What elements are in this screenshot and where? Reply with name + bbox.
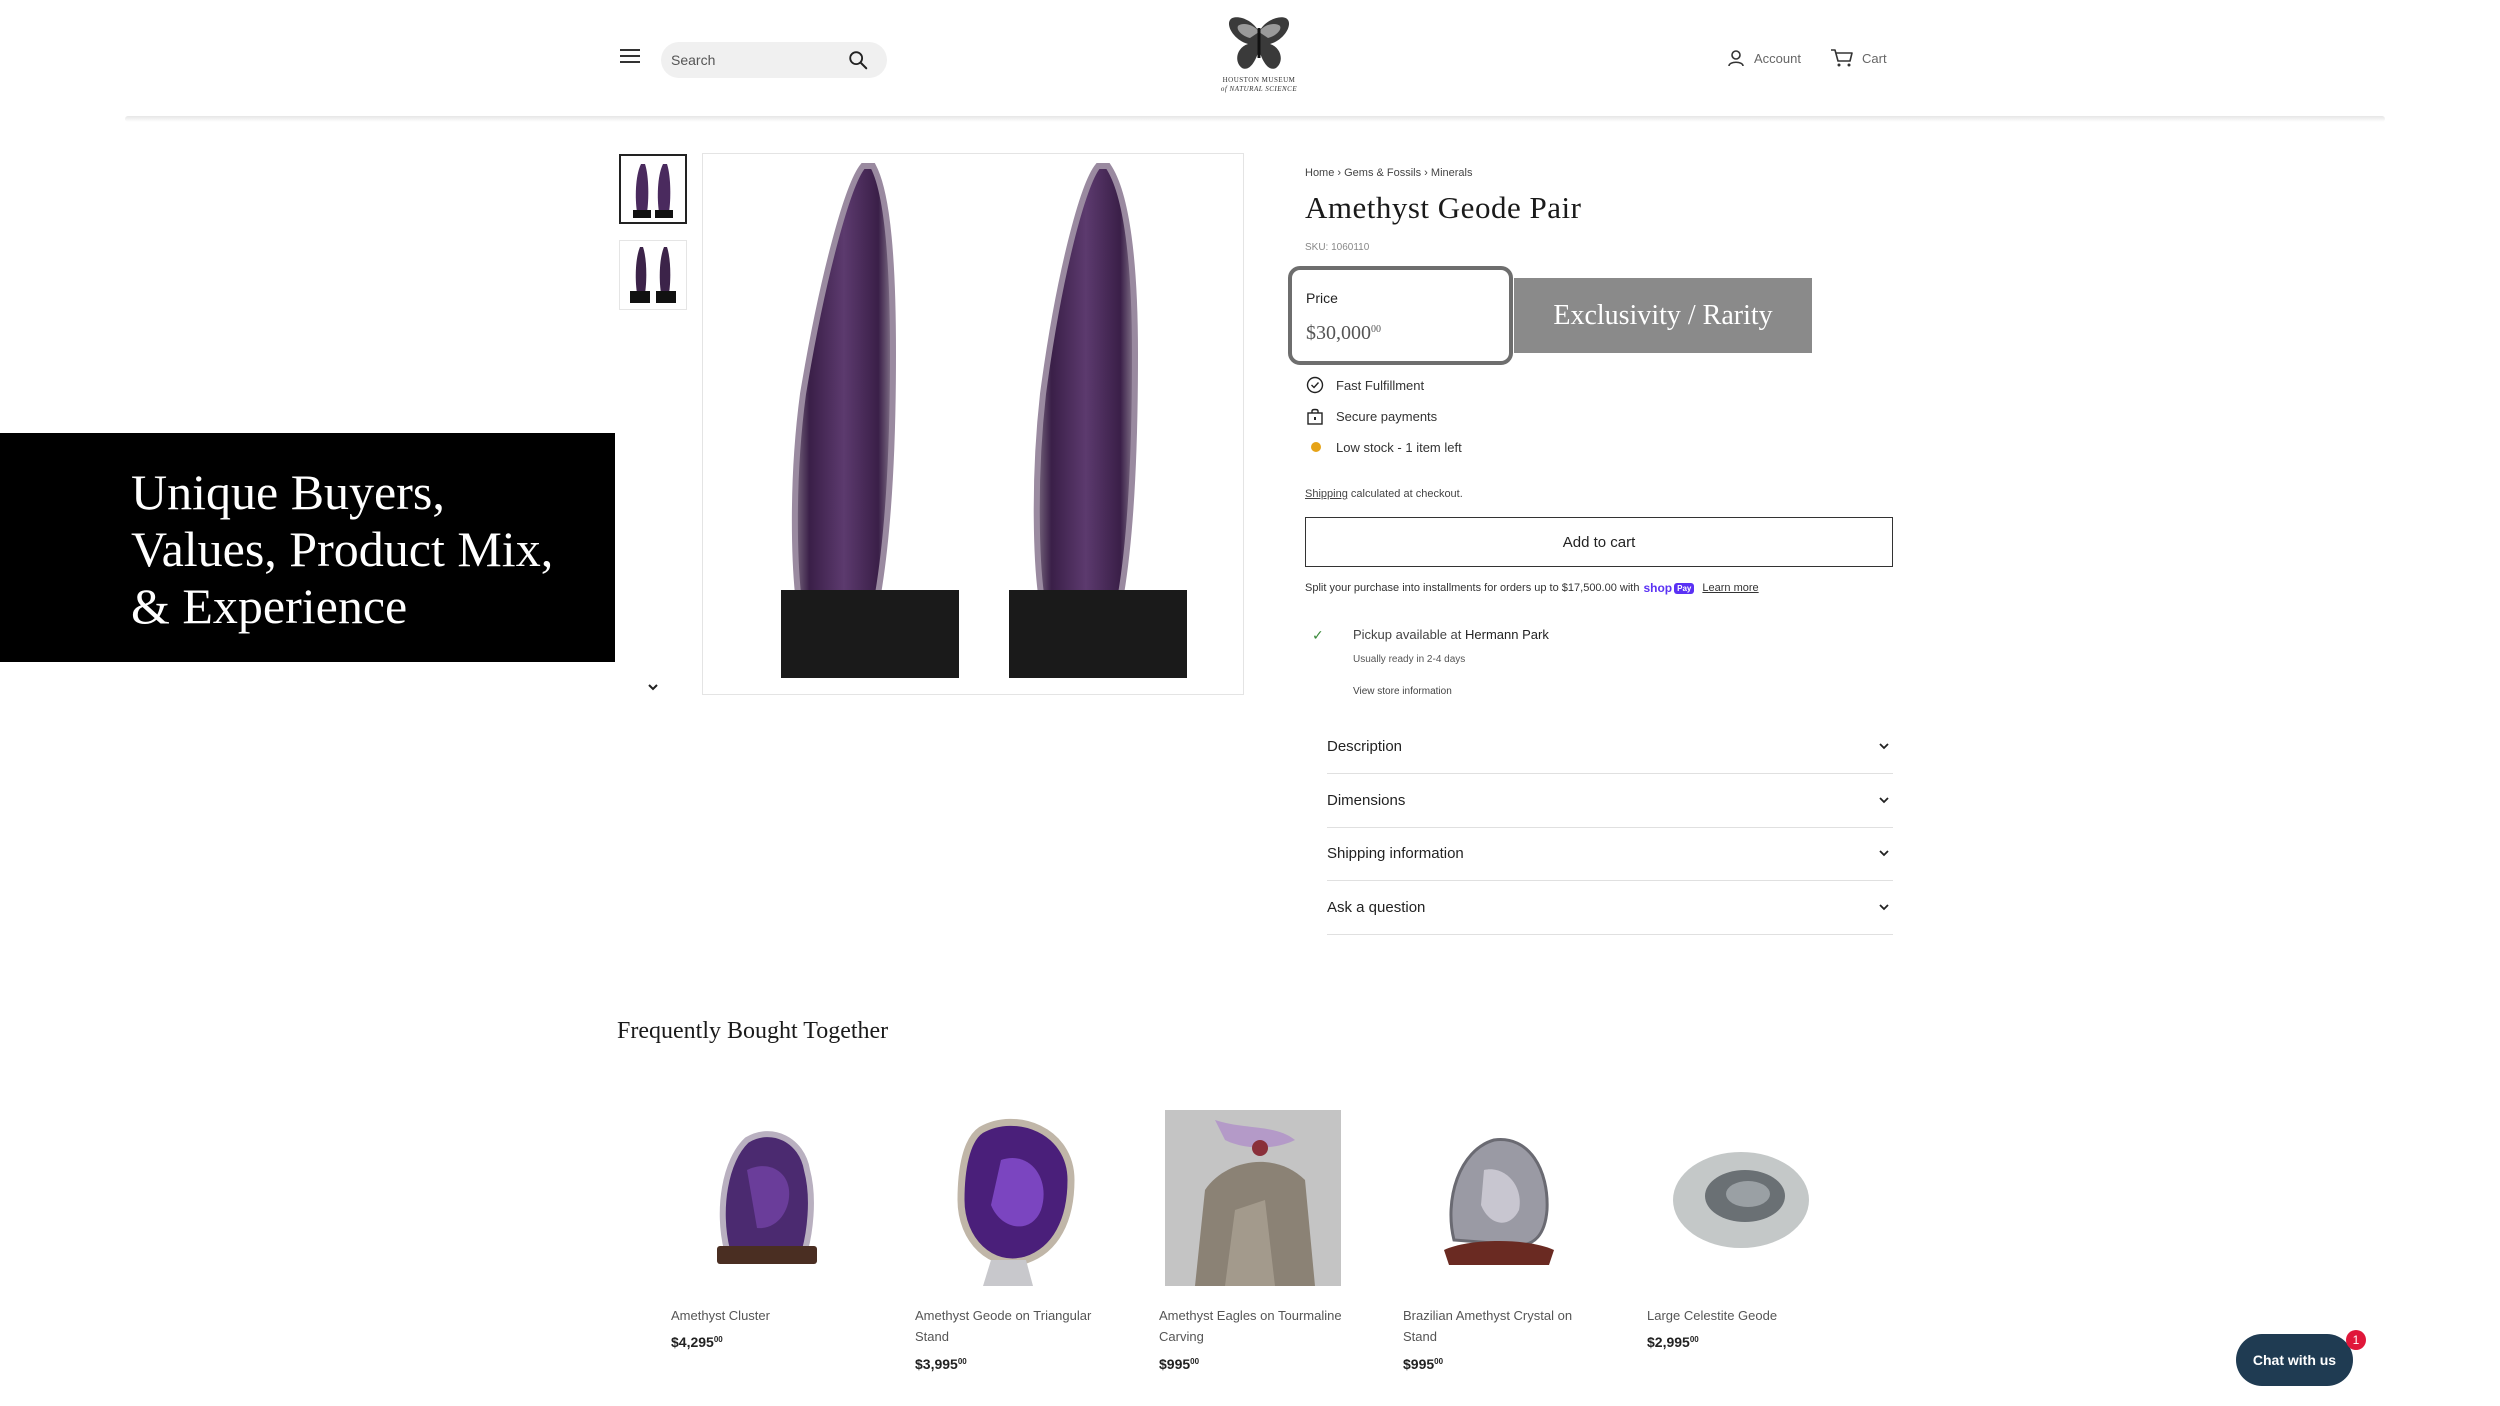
fbt-product-price-5: $2,99500	[1647, 1334, 1699, 1350]
price-cents: 00	[957, 1357, 967, 1366]
chevron-down-icon[interactable]	[643, 677, 663, 697]
shop-pay-label: shop	[1643, 581, 1673, 595]
cart-icon	[1831, 49, 1853, 67]
shipping-note: Shipping calculated at checkout.	[1305, 488, 1463, 500]
logo-text-line-2: of NATURAL SCIENCE	[1220, 85, 1298, 93]
fbt-product-price-1: $4,29500	[671, 1334, 723, 1350]
chat-notification-badge: 1	[2346, 1330, 2366, 1350]
accordion-dimensions[interactable]: Dimensions	[1327, 775, 1893, 828]
price-value: $30,00000	[1306, 322, 1381, 345]
add-to-cart-button[interactable]: Add to cart	[1305, 517, 1893, 567]
shipping-link[interactable]: Shipping	[1305, 488, 1348, 500]
stock-dot-icon	[1311, 442, 1321, 452]
fbt-product-image-4[interactable]	[1409, 1110, 1585, 1286]
header-divider	[125, 116, 2385, 122]
product-main-image[interactable]	[702, 153, 1244, 695]
price-box: Price $30,00000	[1288, 266, 1513, 365]
price-cents: 00	[713, 1335, 723, 1344]
price-main: $30,000	[1306, 322, 1371, 344]
cart-link[interactable]: Cart	[1830, 46, 1887, 70]
price-main: $2,995	[1647, 1334, 1690, 1350]
installments-text: Split your purchase into installments fo…	[1305, 582, 1640, 594]
accordion-label: Shipping information	[1327, 845, 1464, 862]
account-label: Account	[1754, 50, 1801, 66]
accordion-label: Description	[1327, 738, 1403, 755]
fbt-product-image-3[interactable]	[1165, 1110, 1341, 1286]
price-cents: 00	[1434, 1357, 1444, 1366]
fbt-product-image-2[interactable]	[921, 1110, 1097, 1286]
price-main: $3,995	[915, 1356, 958, 1372]
fbt-product-name-5[interactable]: Large Celestite Geode	[1647, 1305, 1847, 1326]
shop-pay-badge: Pay	[1674, 582, 1695, 594]
accordion-ask-a-question[interactable]: Ask a question	[1327, 882, 1893, 935]
check-circle-icon	[1306, 376, 1324, 394]
fbt-product-image-1[interactable]	[677, 1110, 853, 1286]
search-input[interactable]	[671, 48, 841, 72]
feature-label: Low stock - 1 item left	[1336, 439, 1462, 455]
price-main: $995	[1159, 1356, 1191, 1372]
museum-logo[interactable]: HOUSTON MUSEUM of NATURAL SCIENCE	[1213, 14, 1305, 104]
price-cents: 00	[1371, 324, 1381, 335]
fbt-product-name-4[interactable]: Brazilian Amethyst Crystal on Stand	[1403, 1305, 1603, 1347]
fbt-product-image-5[interactable]	[1653, 1110, 1829, 1286]
accordion-label: Dimensions	[1327, 792, 1406, 809]
fbt-product-price-3: $99500	[1159, 1356, 1199, 1372]
lock-bag-icon	[1307, 408, 1323, 425]
annotation-gray-box: Exclusivity / Rarity	[1514, 278, 1812, 353]
shop-pay-logo: shop Pay	[1643, 581, 1695, 595]
menu-icon[interactable]	[620, 48, 642, 66]
logo-text-line-1: HOUSTON MUSEUM	[1222, 76, 1296, 84]
fbt-product-price-4: $99500	[1403, 1356, 1443, 1372]
accordion-description[interactable]: Description	[1327, 721, 1893, 774]
account-link[interactable]: Account	[1726, 46, 1801, 70]
feature-label: Fast Fulfillment	[1336, 377, 1425, 393]
annotation-black-box: Unique Buyers, Values, Product Mix, & Ex…	[0, 433, 615, 662]
fbt-heading: Frequently Bought Together	[617, 1018, 889, 1044]
price-cents: 00	[1190, 1357, 1200, 1366]
pickup-ready-text: Usually ready in 2-4 days	[1353, 654, 1466, 665]
feature-secure-payments: Secure payments	[1306, 406, 1437, 426]
chevron-down-icon	[1879, 850, 1889, 857]
chat-button[interactable]: Chat with us	[2236, 1334, 2353, 1386]
breadcrumb[interactable]: Home › Gems & Fossils › Minerals	[1305, 167, 1472, 179]
price-main: $995	[1403, 1356, 1435, 1372]
feature-low-stock: Low stock - 1 item left	[1306, 437, 1462, 457]
shipping-note-text: calculated at checkout.	[1347, 488, 1463, 500]
feature-label: Secure payments	[1336, 408, 1438, 424]
cart-label: Cart	[1862, 50, 1887, 66]
learn-more-link[interactable]: Learn more	[1702, 582, 1758, 594]
accordion-shipping-information[interactable]: Shipping information	[1327, 828, 1893, 881]
annotation-black-box-text: Unique Buyers, Values, Product Mix, & Ex…	[131, 464, 554, 634]
fbt-product-name-3[interactable]: Amethyst Eagles on Tourmaline Carving	[1159, 1305, 1359, 1347]
pickup-availability: Pickup available at Hermann Park	[1353, 627, 1549, 642]
pickup-location: Hermann Park	[1465, 627, 1549, 642]
site-header: HOUSTON MUSEUM of NATURAL SCIENCE Accoun…	[0, 0, 2500, 120]
chevron-down-icon	[1879, 743, 1889, 750]
price-main: $4,295	[671, 1334, 714, 1350]
price-cents: 00	[1689, 1335, 1699, 1344]
fbt-product-price-2: $3,99500	[915, 1356, 967, 1372]
gallery-thumbnail-2[interactable]	[619, 240, 687, 310]
accordion-label: Ask a question	[1327, 899, 1426, 916]
fbt-product-name-1[interactable]: Amethyst Cluster	[671, 1305, 871, 1326]
check-icon: ✓	[1312, 627, 1324, 643]
product-sku: SKU: 1060110	[1305, 242, 1370, 253]
search-icon[interactable]	[847, 49, 869, 71]
butterfly-logo-icon	[1228, 17, 1290, 69]
product-title: Amethyst Geode Pair	[1305, 190, 1582, 225]
search-bar	[661, 42, 887, 78]
feature-fast-fulfillment: Fast Fulfillment	[1306, 375, 1424, 395]
chevron-down-icon	[1879, 797, 1889, 804]
installments-note: Split your purchase into installments fo…	[1305, 581, 1759, 595]
pickup-prefix: Pickup available at	[1353, 627, 1466, 642]
gallery-thumbnail-1[interactable]	[619, 154, 687, 224]
chevron-down-icon	[1879, 904, 1889, 911]
fbt-product-name-2[interactable]: Amethyst Geode on Triangular Stand	[915, 1305, 1115, 1347]
price-label: Price	[1306, 290, 1338, 306]
view-store-link[interactable]: View store information	[1353, 686, 1452, 697]
account-icon	[1728, 50, 1744, 67]
